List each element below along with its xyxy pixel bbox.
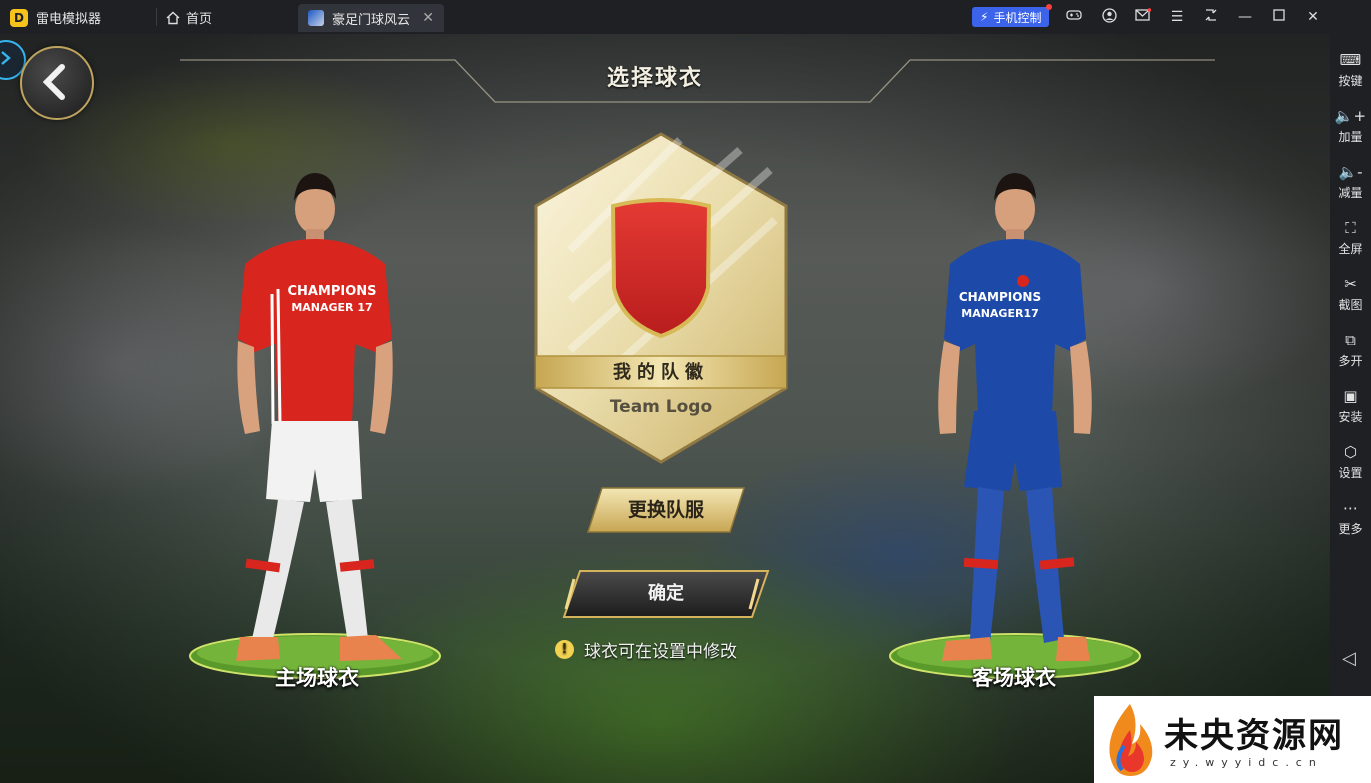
sidebar-label: 减量: [1338, 186, 1363, 200]
game-icon: [308, 10, 324, 26]
change-kit-label: 更换队服: [627, 499, 704, 521]
mail-icon[interactable]: [1134, 8, 1152, 26]
home-kit-label: 主场球衣: [275, 666, 359, 690]
home-icon: [166, 11, 180, 24]
sidebar-item-multi[interactable]: ⧉ 多开: [1330, 330, 1371, 369]
phone-control-label: 手机控制: [993, 10, 1042, 25]
menu-icon[interactable]: ☰: [1168, 8, 1186, 26]
settings-icon: ⬡: [1343, 443, 1358, 461]
keyboard-icon: ⌨: [1339, 51, 1362, 69]
sidebar-item-volume-down[interactable]: 🔈- 减量: [1330, 162, 1371, 201]
game-screen: 选择球衣 CHAMPIONS MANAGER 17 主场球衣 CHAMPIONS…: [0, 34, 1330, 783]
tab-home[interactable]: 首页: [166, 8, 212, 27]
kit-hint-text: 球衣可在设置中修改: [584, 642, 737, 662]
app-brand: D 雷电模拟器: [10, 8, 101, 27]
sidebar-label: 更多: [1338, 522, 1363, 536]
apk-install-icon: ▣: [1343, 387, 1358, 405]
android-back-icon[interactable]: ◁: [1342, 648, 1356, 669]
away-shirt-text-1: CHAMPIONS: [959, 290, 1041, 304]
team-logo-label-en: Team Logo: [609, 397, 713, 417]
restore-icon[interactable]: [1202, 8, 1220, 26]
close-icon[interactable]: ✕: [1304, 8, 1322, 26]
multi-instance-icon: ⧉: [1345, 331, 1356, 349]
kit-hint: ! 球衣可在设置中修改: [555, 637, 737, 662]
tab-close-icon[interactable]: ✕: [422, 10, 434, 26]
tab-game-label: 豪足门球风云: [332, 12, 411, 28]
app-logo-icon: D: [10, 8, 28, 27]
volume-down-icon: 🔈-: [1338, 163, 1363, 181]
minimize-icon[interactable]: —: [1236, 8, 1254, 26]
site-watermark: 未央资源网 zy.wyyidc.cn: [1094, 696, 1371, 783]
team-logo-label-cn: 我的队徽: [613, 362, 709, 383]
more-icon: ⋯: [1343, 499, 1358, 517]
chevron-left-icon: [42, 64, 65, 100]
volume-up-icon: 🔈+: [1334, 107, 1367, 125]
maximize-icon[interactable]: [1270, 8, 1288, 26]
confirm-button[interactable]: 确定: [562, 569, 770, 619]
sidebar-item-keymap[interactable]: ⌨ 按键: [1330, 50, 1371, 89]
confirm-label: 确定: [648, 583, 684, 604]
sidebar-label: 全屏: [1338, 242, 1363, 256]
sidebar-label: 按键: [1338, 74, 1363, 88]
emulator-title-bar: D 雷电模拟器 首页 豪足门球风云 ✕ ⚡ 手机控制 ☰ — ✕: [0, 0, 1371, 34]
home-shirt-text-1: CHAMPIONS: [287, 284, 376, 299]
scissors-icon: ✂: [1344, 275, 1357, 293]
sidebar-label: 截图: [1338, 298, 1363, 312]
sidebar-item-fullscreen[interactable]: ⛶ 全屏: [1330, 218, 1371, 257]
sidebar-item-more[interactable]: ⋯ 更多: [1330, 498, 1371, 537]
change-kit-button[interactable]: 更换队服: [586, 486, 746, 534]
team-shield-icon: [610, 198, 712, 339]
home-shirt-text-2: MANAGER 17: [291, 301, 372, 314]
tab-home-label: 首页: [186, 12, 213, 27]
sidebar-item-volume-up[interactable]: 🔈+ 加量: [1330, 106, 1371, 145]
tab-game[interactable]: 豪足门球风云 ✕: [298, 4, 444, 32]
sidebar-item-install[interactable]: ▣ 安装: [1330, 386, 1371, 425]
away-shirt-text-2: MANAGER17: [961, 307, 1039, 320]
tab-divider: [156, 8, 157, 26]
watermark-url: zy.wyyidc.cn: [1170, 756, 1323, 769]
away-kit-label: 客场球衣: [972, 666, 1056, 690]
back-button[interactable]: [20, 46, 94, 120]
page-title: 选择球衣: [606, 66, 703, 91]
lightning-icon: ⚡: [980, 10, 989, 24]
warning-icon: !: [555, 640, 574, 659]
away-kit-player[interactable]: CHAMPIONS MANAGER17: [880, 169, 1150, 689]
sidebar-item-screenshot[interactable]: ✂ 截图: [1330, 274, 1371, 313]
notification-dot: [1046, 4, 1053, 10]
emulator-sidebar: ⌨ 按键 🔈+ 加量 🔈- 减量 ⛶ 全屏 ✂ 截图 ⧉ 多开 ▣ 安装 ⬡ 设…: [1330, 34, 1371, 783]
sidebar-label: 多开: [1338, 354, 1363, 368]
sidebar-label: 设置: [1338, 466, 1363, 480]
home-kit-player[interactable]: CHAMPIONS MANAGER 17: [180, 169, 450, 689]
watermark-title: 未央资源网: [1164, 716, 1344, 756]
phone-control-button[interactable]: ⚡ 手机控制: [972, 4, 1053, 27]
sidebar-label: 安装: [1338, 410, 1363, 424]
user-icon[interactable]: [1100, 8, 1118, 26]
sidebar-item-settings[interactable]: ⬡ 设置: [1330, 442, 1371, 481]
flame-logo-icon: [1109, 704, 1153, 776]
gamepad-icon[interactable]: [1065, 8, 1083, 26]
sidebar-label: 加量: [1338, 130, 1363, 144]
app-name: 雷电模拟器: [36, 12, 102, 27]
fullscreen-icon: ⛶: [1345, 219, 1356, 237]
arrow-right-icon: [1, 51, 11, 65]
